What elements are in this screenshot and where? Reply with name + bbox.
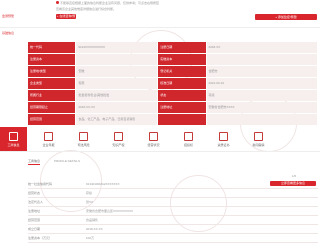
subtab-bar: 工商信息 PROFILE DETAILS 1/6 [28,158,318,178]
info-value: 9134XXXXXXXXXX [76,42,158,53]
detail-row: 统一社会信用代码 91340100MA2XXXXXXX 立即查看更多信息 [28,180,318,189]
info-label: 注册日期 [158,42,206,53]
info-label: 经营范围 [28,114,76,125]
tab-label: 企业年报 [42,142,55,147]
tab-label: 招投标 [183,142,193,147]
pagination: 1/6 [292,174,297,178]
detail-row: 经营状态 存续 [28,189,318,198]
detail-label: 经营状态 [28,191,41,195]
document-icon [114,131,123,141]
tab-label: 经营状况 [147,142,160,147]
tab-label: 知识产权 [112,142,125,147]
subtab-business-info[interactable]: 工商信息 [28,159,40,163]
info-row: 注册地/类型 安徽 登记机关 合肥市 [28,66,318,77]
tab-label: 资质证书 [217,142,230,147]
info-value: 存续 [206,90,317,101]
notice-line-2: 查看该企业其他维度详细信息进行综合判断。 [56,7,117,11]
info-grid: 统一代码 9134XXXXXXXXXX 注册日期 2018-XX 注册资本 实缴资本 注册地… [28,42,318,126]
info-value [76,54,158,65]
info-value: 2018-XX-XX [76,102,158,113]
detail-value: 安徽省合肥市蜀山区XXXXXXXXXX [86,209,134,213]
tab-label: 司法风险 [77,142,90,147]
document-icon [9,131,18,141]
document-icon [254,131,263,141]
info-row: 经营期限起止 2018-XX-XX 注册地址 安徽省合肥市XXXX [28,102,318,113]
detail-label: 法定代表人 [28,200,44,204]
subtab-profile-details[interactable]: PROFILE DETAILS [54,159,80,163]
tab-4[interactable]: 经营状况 [140,127,167,151]
detail-label: 统一社会信用代码 [28,182,53,186]
detail-value: 存续 [86,191,93,195]
detail-label: 注册地址 [28,209,41,213]
info-row: 经营范围 食品、化工产品、电子产品、日用百货销售 [28,114,318,125]
detail-label: 成立日期 [28,227,41,231]
info-value [206,114,317,125]
document-icon [184,131,193,141]
tab-5[interactable]: 招投标 [175,127,202,151]
detail-label: 注册资本（万元） [28,236,53,240]
info-label: 统一代码 [28,42,76,53]
tab-2[interactable]: 司法风险 [70,127,97,151]
info-label: 注册地/类型 [28,66,76,77]
detail-value: 100万 [86,236,95,240]
detail-table: 统一社会信用代码 91340100MA2XXXXXXX 立即查看更多信息经营状态 存续… [28,180,318,243]
info-value: 安徽省合肥市XXXX [206,102,317,113]
divider [0,27,320,28]
tab-strip: 工商信息 企业年报 司法风险 知识产权 经营状况 招投标 资质证书 新闻舆情 [0,127,320,152]
info-value: 合肥市 [206,66,317,77]
info-value: 有限 [76,78,158,89]
info-label: 注册地址 [158,102,206,113]
info-value [206,54,317,65]
subtab-active-underline [28,164,40,165]
info-row: 企业类型 有限 核准日期 2021-03-19 [28,78,318,89]
info-label: 核准日期 [158,78,206,89]
detail-value: 2018-XX-XX [86,227,103,231]
detail-label: 经营范围 [28,218,41,222]
info-value: 安徽 [76,66,158,77]
tab-3[interactable]: 知识产权 [105,127,132,151]
detail-row: 成立日期 2018-XX-XX [28,225,318,234]
tab-label: 新闻舆情 [252,142,265,147]
info-row: 所属行业 批发和零售业/其他批发 状态 存续 [28,90,318,101]
info-label: 注册资本 [28,54,76,65]
add-monitor-button[interactable]: + 添加监控/预警 [255,14,317,20]
info-label: 实缴资本 [158,54,206,65]
tab-1[interactable]: 企业年报 [35,127,62,151]
info-row: 统一代码 9134XXXXXXXXXX 注册日期 2018-XX [28,42,318,53]
monitor-label: 监测预警 [2,14,15,18]
detail-action-button[interactable]: 立即查看更多信息 [270,181,316,186]
detail-row: 经营范围 食品销售 [28,216,318,225]
detail-value: 张XX [86,200,94,204]
detail-value: 食品销售 [86,218,99,222]
info-label: 经营期限起止 [28,102,76,113]
detail-row: 注册地址 安徽省合肥市蜀山区XXXXXXXXXX [28,207,318,216]
detail-value: 91340100MA2XXXXXXX [86,182,120,186]
info-value: 批发和零售业/其他批发 [76,90,158,101]
info-value: 食品、化工产品、电子产品、日用百货销售 [76,114,158,125]
info-label: 所属行业 [28,90,76,101]
document-icon [219,131,228,141]
document-icon [44,131,53,141]
info-label: 状态 [158,90,206,101]
info-label: 登记机关 [158,66,206,77]
detail-row: 法定代表人 张XX [28,198,318,207]
detail-row: 注册资本（万元） 100万 [28,234,318,243]
warning-icon [56,1,59,4]
register-button[interactable]: + 在线咨询/预警 [56,14,76,23]
tab-0[interactable]: 工商信息 [0,127,27,151]
tab-7[interactable]: 新闻舆情 [245,127,272,151]
gavel-icon [79,131,88,141]
document-icon [149,131,158,141]
info-row: 注册资本 实缴资本 [28,54,318,65]
notice-line-1: 不能够直接根据上面的信息判断企业没有问题，仅供参考；可点击右侧按钮 [60,1,160,5]
tab-label: 工商信息 [7,142,20,147]
info-label [158,114,206,125]
section-title: 基础信息 [2,31,15,35]
info-value: 2018-XX [206,42,317,53]
tab-6[interactable]: 资质证书 [210,127,237,151]
info-label: 企业类型 [28,78,76,89]
info-value: 2021-03-19 [206,78,317,89]
